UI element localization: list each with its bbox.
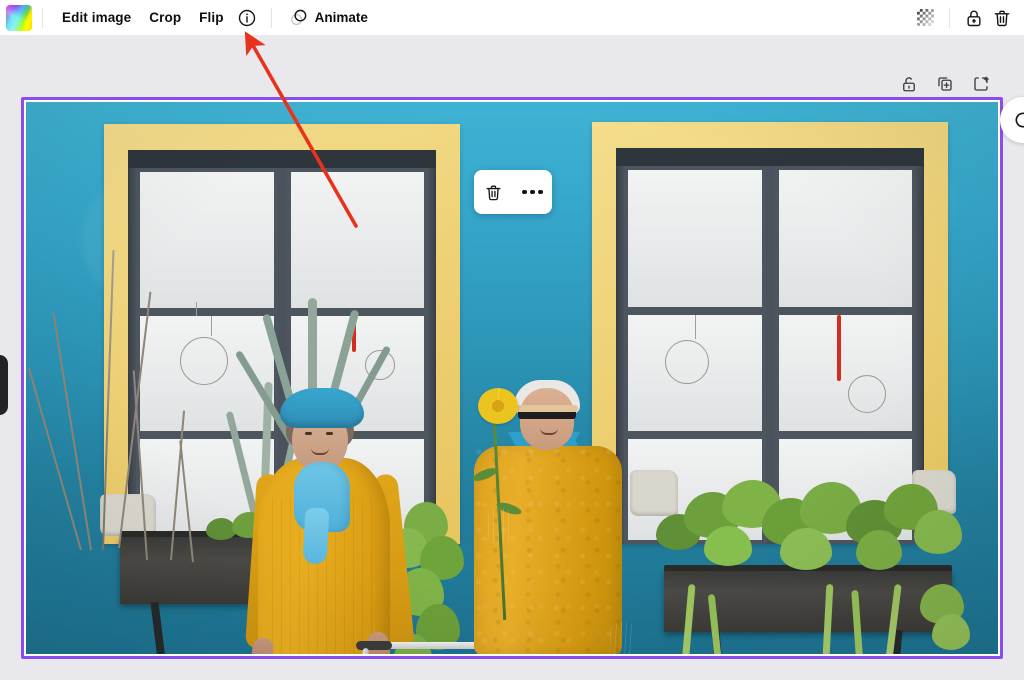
delete-icon[interactable] [479,177,509,207]
flower-head [478,388,518,424]
unlock-icon[interactable] [895,70,923,98]
animate-circles-icon [289,8,308,27]
image-context-toolbar[interactable] [474,170,552,214]
transparency-icon[interactable] [911,4,939,32]
toolbar-divider [42,7,43,28]
add-to-icon[interactable] [967,70,995,98]
color-gradient-thumbnail-icon[interactable] [6,4,32,31]
top-toolbar[interactable]: Edit image Crop Flip Animate [0,0,1024,35]
crop-button[interactable]: Crop [140,5,190,30]
info-circle-icon[interactable] [233,4,261,32]
toolbar-divider-3 [949,7,950,28]
duplicate-icon[interactable] [931,70,959,98]
editor-canvas[interactable] [0,35,1024,680]
selection-toolbar[interactable] [895,70,995,98]
animate-button[interactable]: Animate [282,3,377,32]
toolbar-divider-2 [270,7,272,28]
toolbar-right-group [911,4,1024,32]
glove-left [488,508,512,544]
person-man [471,374,636,654]
person-woman [244,388,416,654]
more-options-icon[interactable] [518,177,548,207]
trash-icon[interactable] [988,4,1016,32]
animate-label: Animate [314,10,368,25]
glove-right [608,621,636,654]
lock-icon[interactable] [960,4,988,32]
edit-image-button[interactable]: Edit image [53,5,140,30]
trailing-vines-right [670,583,970,654]
app-root: Edit image Crop Flip Animate [0,0,1024,680]
panel-collapse-handle[interactable] [0,355,8,415]
reeds-left [27,250,234,563]
flip-button[interactable]: Flip [190,5,232,30]
rotate-handle[interactable] [1000,97,1024,143]
planter-foliage-right [650,480,966,580]
rotate-icon [1015,112,1024,128]
